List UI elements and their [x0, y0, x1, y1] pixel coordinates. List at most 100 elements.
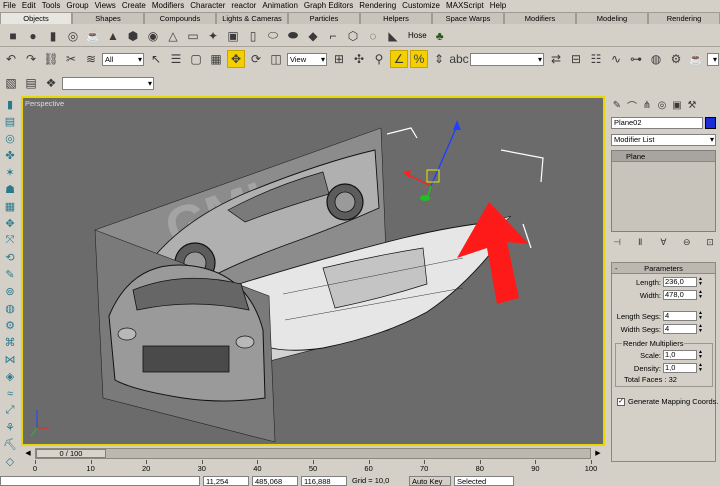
menu-item-help[interactable]: Help: [490, 1, 506, 10]
cone-icon[interactable]: ▲: [104, 27, 122, 45]
reference-coord-dropdown[interactable]: View: [287, 52, 327, 66]
display-tab-icon[interactable]: ▣: [670, 98, 684, 112]
select-object-icon[interactable]: ↖: [147, 50, 165, 68]
lext-icon[interactable]: ⌐: [324, 27, 342, 45]
length-input[interactable]: 236,0: [663, 277, 697, 287]
prism-icon[interactable]: ◣: [384, 27, 402, 45]
material-editor-icon[interactable]: ◍: [647, 50, 665, 68]
density-spinner[interactable]: ▲ ▼: [698, 363, 703, 373]
generate-mapping-checkbox[interactable]: ✓ Generate Mapping Coords.: [617, 397, 718, 406]
torus-icon[interactable]: ◎: [64, 27, 82, 45]
angle-snap-icon[interactable]: ∠: [390, 50, 408, 68]
select-by-name-icon[interactable]: ☰: [167, 50, 185, 68]
track-bar[interactable]: 0 10 20 30 40 50 60 70 80 90 100: [21, 460, 605, 474]
tab-helpers[interactable]: Helpers: [360, 12, 432, 24]
configure-sets-icon[interactable]: ⊡: [704, 236, 716, 248]
menu-item-tools[interactable]: Tools: [42, 1, 61, 10]
layer-props-icon[interactable]: ▤: [22, 74, 40, 92]
tool-13-icon[interactable]: ◍: [2, 301, 18, 316]
viewport-label[interactable]: Perspective: [25, 99, 64, 108]
tab-compounds[interactable]: Compounds: [144, 12, 216, 24]
tool-8-icon[interactable]: ✥: [2, 216, 18, 231]
y-coord-field[interactable]: 485,068: [252, 476, 298, 486]
tab-objects[interactable]: Objects: [0, 12, 72, 24]
tool-4-icon[interactable]: ✤: [2, 148, 18, 163]
tool-12-icon[interactable]: ⊚: [2, 284, 18, 299]
menu-item-animation[interactable]: Animation: [262, 1, 298, 10]
gizmo-z-axis[interactable]: [430, 125, 458, 187]
tool-19-icon[interactable]: ⤢: [2, 403, 18, 418]
snap-toggle-icon[interactable]: ⚲: [370, 50, 388, 68]
spinner-snap-icon[interactable]: ⇕: [430, 50, 448, 68]
stack-item-plane[interactable]: Plane: [612, 151, 715, 162]
percent-snap-icon[interactable]: %: [410, 50, 428, 68]
z-coord-field[interactable]: 116,888: [301, 476, 347, 486]
ring-wave-icon[interactable]: ◌: [364, 27, 382, 45]
tube-icon[interactable]: ◉: [144, 27, 162, 45]
tool-21-icon[interactable]: ⛏: [2, 437, 18, 452]
create-tab-icon[interactable]: ✎: [610, 98, 624, 112]
width-segs-input[interactable]: 4: [663, 324, 697, 334]
tool-15-icon[interactable]: ⌘: [2, 335, 18, 350]
pyramid-icon[interactable]: △: [164, 27, 182, 45]
make-unique-icon[interactable]: ∀: [658, 236, 670, 248]
scale-input[interactable]: 1,0: [663, 350, 697, 360]
plane-icon[interactable]: ▭: [184, 27, 202, 45]
geosphere-icon[interactable]: ⬢: [124, 27, 142, 45]
perspective-viewport[interactable]: Perspective GMI: [21, 96, 605, 446]
curve-editor-icon[interactable]: ∿: [607, 50, 625, 68]
x-coord-field[interactable]: 11,254: [203, 476, 249, 486]
rect-region-icon[interactable]: ▢: [187, 50, 205, 68]
prev-frame-icon[interactable]: ◀: [21, 448, 35, 459]
hose-label[interactable]: Hose: [408, 31, 427, 40]
menu-item-views[interactable]: Views: [95, 1, 116, 10]
schematic-view-icon[interactable]: ⊶: [627, 50, 645, 68]
time-slider-track[interactable]: 0 / 100: [35, 448, 591, 459]
capsule-icon[interactable]: ⬬: [284, 27, 302, 45]
tool-18-icon[interactable]: ≈: [2, 386, 18, 401]
motion-tab-icon[interactable]: ◎: [655, 98, 669, 112]
tool-16-icon[interactable]: ⋈: [2, 352, 18, 367]
density-input[interactable]: 1,0: [663, 363, 697, 373]
tab-shapes[interactable]: Shapes: [72, 12, 144, 24]
tool-20-icon[interactable]: ⚘: [2, 420, 18, 435]
menu-item-edit[interactable]: Edit: [22, 1, 36, 10]
tab-modeling[interactable]: Modeling: [576, 12, 648, 24]
oil-tank-icon[interactable]: ⬭: [264, 27, 282, 45]
window-crossing-icon[interactable]: ▦: [207, 50, 225, 68]
width-segs-spinner[interactable]: ▲ ▼: [698, 324, 703, 334]
teapot-icon[interactable]: ☕: [84, 27, 102, 45]
utilities-tab-icon[interactable]: ⚒: [685, 98, 699, 112]
named-selection-dropdown[interactable]: [470, 52, 544, 66]
edit-named-selection-icon[interactable]: abc: [449, 50, 468, 68]
tool-11-icon[interactable]: ✎: [2, 267, 18, 282]
time-slider-thumb[interactable]: 0 / 100: [36, 449, 106, 458]
render-type-dropdown[interactable]: [707, 52, 719, 66]
bind-spacewarp-icon[interactable]: ≋: [82, 50, 100, 68]
create-layer-icon[interactable]: ▧: [2, 74, 20, 92]
menu-item-file[interactable]: File: [3, 1, 16, 10]
hierarchy-tab-icon[interactable]: ⋔: [640, 98, 654, 112]
menu-item-group[interactable]: Group: [66, 1, 88, 10]
tool-6-icon[interactable]: ☗: [2, 182, 18, 197]
modifier-list-dropdown[interactable]: Modifier List: [611, 134, 716, 146]
select-link-icon[interactable]: ⛓: [42, 50, 60, 68]
tool-2-icon[interactable]: ▤: [2, 114, 18, 129]
hedra-icon[interactable]: ✦: [204, 27, 222, 45]
layer-dropdown[interactable]: [62, 76, 154, 90]
tab-space-warps[interactable]: Space Warps: [432, 12, 504, 24]
menu-item-graph-editors[interactable]: Graph Editors: [304, 1, 353, 10]
box-icon[interactable]: ■: [4, 27, 22, 45]
select-manipulate-icon[interactable]: ✣: [350, 50, 368, 68]
menu-item-create[interactable]: Create: [122, 1, 146, 10]
tab-rendering[interactable]: Rendering: [648, 12, 720, 24]
pin-stack-icon[interactable]: ⊣: [611, 236, 623, 248]
cylinder-icon[interactable]: ▮: [44, 27, 62, 45]
object-color-swatch[interactable]: [705, 117, 716, 129]
gengon-icon[interactable]: ⬡: [344, 27, 362, 45]
chamfer-cyl-icon[interactable]: ▯: [244, 27, 262, 45]
quick-render-icon[interactable]: ☕: [687, 50, 705, 68]
menu-item-modifiers[interactable]: Modifiers: [152, 1, 184, 10]
length-segs-input[interactable]: 4: [663, 311, 697, 321]
render-scene-icon[interactable]: ⚙: [667, 50, 685, 68]
